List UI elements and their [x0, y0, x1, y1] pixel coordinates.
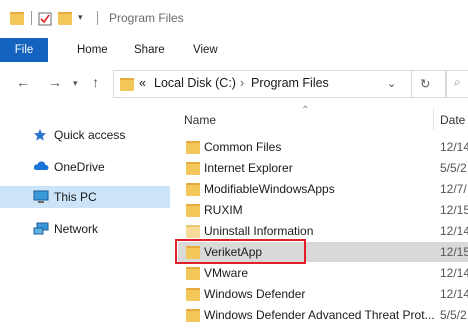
nav-item-label: OneDrive [54, 160, 105, 174]
chevron-down-icon[interactable]: ⌄ [387, 77, 396, 90]
tab-home[interactable]: Home [77, 38, 108, 62]
star-icon [33, 128, 47, 141]
folder-icon [10, 12, 24, 25]
file-date: 12/14 [440, 287, 468, 301]
file-name: Uninstall Information [204, 224, 314, 238]
folder-icon [186, 267, 200, 283]
file-date: 12/15 [440, 203, 468, 217]
file-date: 5/5/2 [440, 308, 467, 322]
column-header-row: ⌃ Name Date [178, 105, 468, 130]
tab-file[interactable]: File [0, 38, 48, 62]
nav-item-label: Quick access [54, 128, 126, 142]
toolbar-divider [97, 11, 98, 25]
breadcrumb-separator: › [240, 76, 245, 90]
file-date: 5/5/2 [440, 161, 467, 175]
file-row-vmware[interactable]: VMware 12/14 [178, 263, 468, 283]
nav-item-label: This PC [54, 190, 97, 204]
forward-arrow-icon[interactable]: → [48, 74, 62, 90]
file-row-modifiable-windows-apps[interactable]: ModifiableWindowsApps 12/7/ [178, 179, 468, 199]
refresh-icon[interactable]: ↻ [420, 76, 430, 91]
new-folder-icon[interactable] [58, 12, 72, 25]
navigation-pane: Quick access OneDrive This PC Network [0, 104, 170, 331]
customize-toolbar-icon[interactable]: ▾ [78, 12, 83, 23]
breadcrumb-program-files[interactable]: Program Files [251, 76, 329, 90]
column-divider[interactable] [433, 108, 434, 130]
file-date: 12/7/ [440, 182, 467, 196]
highlight-annotation [175, 239, 306, 264]
back-arrow-icon[interactable]: ← [16, 74, 30, 90]
folder-icon [186, 309, 200, 325]
window-title: Program Files [109, 11, 184, 25]
tab-share[interactable]: Share [134, 38, 165, 62]
folder-icon [186, 288, 200, 304]
file-name: Internet Explorer [204, 161, 293, 175]
nav-item-quick-access[interactable]: Quick access [0, 124, 170, 146]
recent-locations-icon[interactable]: ▾ [73, 78, 78, 89]
ribbon-tabs: File Home Share View [0, 38, 468, 63]
title-bar: ▾ Program Files [0, 0, 468, 38]
folder-icon [186, 141, 200, 157]
file-name: VMware [204, 266, 249, 280]
cloud-icon [33, 160, 49, 172]
column-header-name[interactable]: Name [184, 113, 216, 127]
nav-item-label: Network [54, 222, 99, 236]
file-name: Windows Defender [204, 287, 306, 301]
address-divider [411, 71, 412, 97]
network-icon [33, 222, 49, 235]
search-input[interactable]: ⌕ [446, 70, 468, 98]
file-row-ruxim[interactable]: RUXIM 12/15 [178, 200, 468, 220]
nav-item-network[interactable]: Network [0, 218, 170, 240]
folder-icon [186, 162, 200, 178]
folder-icon [186, 204, 200, 220]
column-header-date[interactable]: Date [440, 113, 465, 127]
file-row-common-files[interactable]: Common Files 12/14 [178, 137, 468, 157]
properties-icon[interactable] [38, 12, 52, 26]
folder-icon [120, 78, 134, 94]
file-row-internet-explorer[interactable]: Internet Explorer 5/5/2 [178, 158, 468, 178]
toolbar-divider [31, 11, 32, 25]
file-row-windows-defender-atp[interactable]: Windows Defender Advanced Threat Prot...… [178, 305, 468, 325]
sort-ascending-icon: ⌃ [301, 105, 310, 116]
nav-item-onedrive[interactable]: OneDrive [0, 156, 170, 178]
nav-item-this-pc[interactable]: This PC [0, 186, 170, 208]
file-row-uninstall-information[interactable]: Uninstall Information 12/14 [178, 221, 468, 241]
file-date: 12/14 [440, 266, 468, 280]
folder-icon [186, 183, 200, 199]
file-name: Common Files [204, 140, 282, 154]
file-name: ModifiableWindowsApps [204, 182, 335, 196]
breadcrumb-overflow[interactable]: « [139, 76, 146, 90]
address-bar[interactable]: « Local Disk (C:) › Program Files ⌄ ↻ [113, 70, 446, 98]
file-date: 12/14 [440, 224, 468, 238]
tab-view[interactable]: View [193, 38, 218, 62]
file-name: Windows Defender Advanced Threat Prot... [204, 308, 435, 322]
monitor-icon [33, 190, 49, 203]
search-icon: ⌕ [454, 75, 461, 89]
up-arrow-icon[interactable]: ↑ [92, 74, 99, 90]
file-row-windows-defender[interactable]: Windows Defender 12/14 [178, 284, 468, 304]
breadcrumb-local-disk[interactable]: Local Disk (C:) [154, 76, 236, 90]
file-date: 12/14 [440, 140, 468, 154]
file-name: RUXIM [204, 203, 243, 217]
file-date: 12/15 [440, 245, 468, 259]
